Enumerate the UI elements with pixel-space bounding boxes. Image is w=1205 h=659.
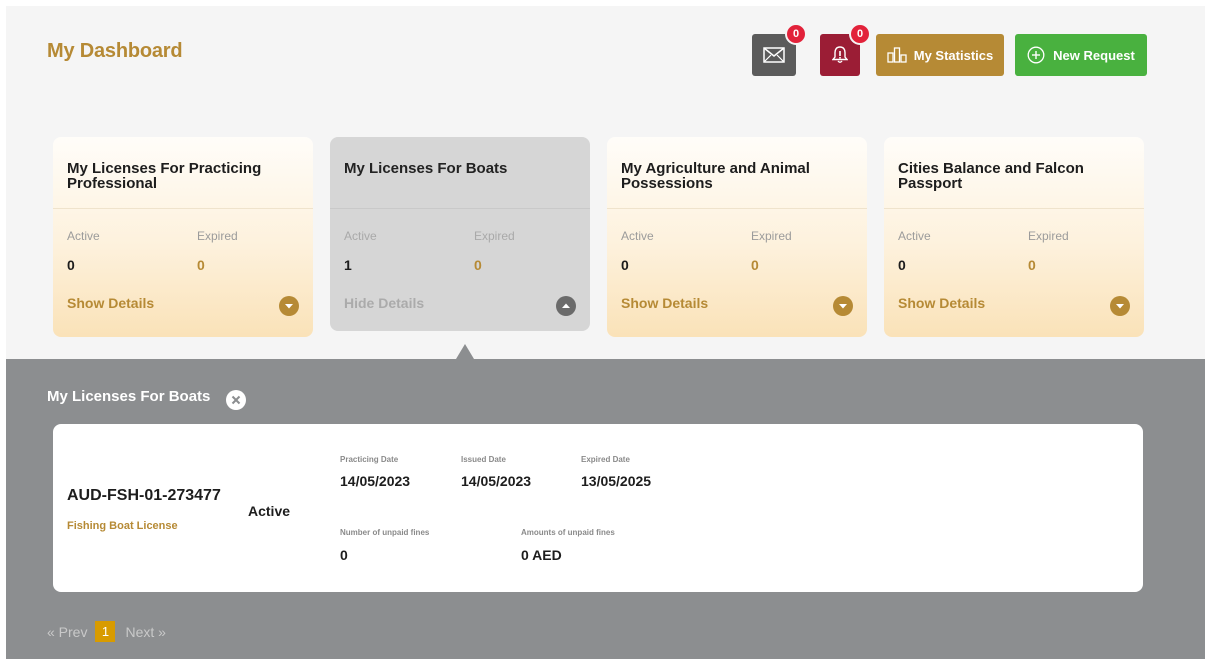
unpaid-fines-count-value: 0: [340, 547, 348, 563]
next-page-link[interactable]: Next »: [125, 624, 165, 640]
show-details-link[interactable]: Show Details: [898, 295, 985, 311]
bell-icon: [832, 46, 848, 63]
mail-count-badge: 0: [785, 23, 807, 45]
active-count: 0: [67, 257, 75, 273]
mail-button[interactable]: 0: [752, 23, 807, 76]
show-details-link[interactable]: Show Details: [621, 295, 708, 311]
my-statistics-button[interactable]: My Statistics: [876, 34, 1004, 76]
hide-details-link[interactable]: Hide Details: [344, 295, 424, 311]
expired-label: Expired: [197, 229, 238, 243]
active-count: 0: [621, 257, 629, 273]
pagination: « Prev 1 Next »: [47, 621, 166, 642]
plus-circle-icon: [1027, 46, 1045, 64]
prev-page-link[interactable]: « Prev: [47, 624, 87, 640]
chevron-up-icon[interactable]: [556, 296, 576, 316]
notification-count-badge: 0: [849, 23, 871, 45]
unpaid-fines-count-label: Number of unpaid fines: [340, 528, 430, 537]
mail-icon: [763, 47, 785, 63]
license-details-panel: My Licenses For Boats AUD-FSH-01-273477 …: [6, 359, 1205, 659]
card-title: My Licenses For Practicing Professional: [67, 160, 262, 192]
active-count: 0: [898, 257, 906, 273]
unpaid-fines-amount-value: 0 AED: [521, 547, 562, 563]
active-label: Active: [898, 229, 931, 243]
active-label: Active: [621, 229, 654, 243]
notifications-button[interactable]: 0: [820, 23, 871, 76]
expired-count: 0: [197, 257, 205, 273]
my-statistics-label: My Statistics: [913, 47, 994, 63]
selected-card-pointer: [456, 344, 474, 359]
current-page-number[interactable]: 1: [95, 621, 116, 642]
unpaid-fines-amount-label: Amounts of unpaid fines: [521, 528, 615, 537]
expired-count: 0: [751, 257, 759, 273]
practicing-date-label: Practicing Date: [340, 455, 399, 464]
active-count: 1: [344, 257, 352, 273]
card-agriculture-animal[interactable]: My Agriculture and Animal Possessions Ac…: [607, 137, 867, 337]
card-practicing-professional[interactable]: My Licenses For Practicing Professional …: [53, 137, 313, 337]
panel-title: My Licenses For Boats: [47, 388, 211, 405]
expired-count: 0: [1028, 257, 1036, 273]
license-item[interactable]: AUD-FSH-01-273477 Fishing Boat License A…: [53, 424, 1143, 592]
card-divider: [330, 208, 590, 209]
expired-label: Expired: [1028, 229, 1069, 243]
expired-count: 0: [474, 257, 482, 273]
license-number: AUD-FSH-01-273477: [67, 487, 221, 504]
issued-date-value: 14/05/2023: [461, 473, 532, 489]
chevron-down-icon[interactable]: [279, 296, 299, 316]
expired-label: Expired: [474, 229, 515, 243]
card-title: My Agriculture and Animal Possessions: [621, 160, 810, 192]
show-details-link[interactable]: Show Details: [67, 295, 154, 311]
bar-chart-icon: [887, 47, 907, 63]
expired-date-value: 13/05/2025: [581, 473, 652, 489]
card-title: My Licenses For Boats: [344, 160, 508, 177]
issued-date-label: Issued Date: [461, 455, 506, 464]
practicing-date-value: 14/05/2023: [340, 473, 411, 489]
card-boats[interactable]: My Licenses For Boats Active Expired 1 0…: [330, 137, 590, 331]
card-divider: [607, 208, 867, 209]
card-cities-falcon[interactable]: Cities Balance and Falcon Passport Activ…: [884, 137, 1144, 337]
new-request-button[interactable]: New Request: [1015, 34, 1147, 76]
expired-label: Expired: [751, 229, 792, 243]
license-status: Active: [248, 503, 291, 519]
chevron-down-icon[interactable]: [1110, 296, 1130, 316]
expired-date-label: Expired Date: [581, 455, 630, 464]
card-title: Cities Balance and Falcon Passport: [898, 160, 1084, 192]
active-label: Active: [344, 229, 377, 243]
license-type: Fishing Boat License: [67, 520, 178, 532]
active-label: Active: [67, 229, 100, 243]
page-title: My Dashboard: [47, 40, 183, 62]
chevron-down-icon[interactable]: [833, 296, 853, 316]
new-request-label: New Request: [1053, 47, 1135, 63]
close-icon[interactable]: [226, 390, 246, 410]
card-divider: [884, 208, 1144, 209]
card-divider: [53, 208, 313, 209]
